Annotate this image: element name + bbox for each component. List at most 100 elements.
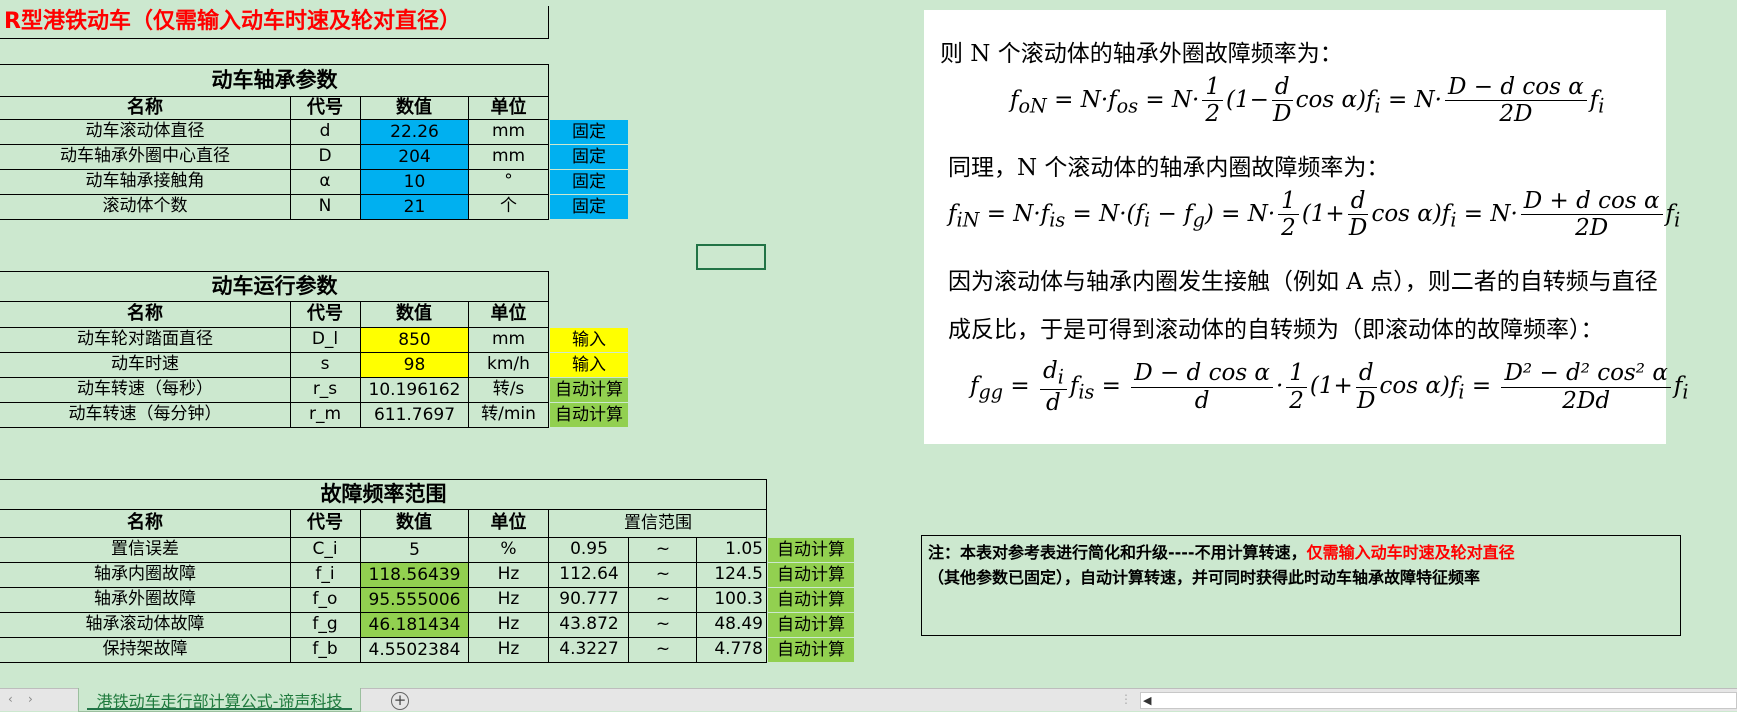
fault-name[interactable]: 轴承滚动体故障 [0,612,290,637]
param-name[interactable]: 动车滚动体直径 [0,119,290,144]
gridline [0,479,767,480]
range-sep[interactable]: ~ [629,587,697,612]
fixed-tag[interactable]: 固定 [550,170,628,194]
fault-code[interactable]: f_o [290,587,360,612]
param-value-input[interactable]: 850 [361,328,468,352]
param-value-fixed[interactable]: 204 [361,145,468,169]
tab-splitter-icon[interactable]: ⋮ [1120,692,1132,706]
param-value-fixed[interactable]: 22.26 [361,120,468,144]
gridline [766,509,767,662]
tab-scroll-right-icon[interactable]: › [28,692,33,706]
fault-code[interactable]: f_g [290,612,360,637]
range-sep[interactable]: ~ [629,562,697,587]
fault-value[interactable]: 118.56439 [361,563,468,587]
param-unit[interactable]: 转/min [468,402,549,427]
param-unit[interactable]: mm [468,144,549,169]
auto-calc-tag[interactable]: 自动计算 [768,638,854,662]
scroll-left-arrow-icon[interactable]: ◀ [1143,694,1151,707]
param-name[interactable]: 动车轴承接触角 [0,169,290,194]
param-unit[interactable]: km/h [468,352,549,377]
fault-name[interactable]: 轴承外圈故障 [0,587,290,612]
fixed-tag[interactable]: 固定 [550,120,628,144]
param-value-fixed[interactable]: 21 [361,195,468,219]
fault-unit[interactable]: % [468,537,549,562]
param-code[interactable]: r_s [290,377,360,402]
fault-unit[interactable]: Hz [468,562,549,587]
fault-code[interactable]: f_b [290,637,360,662]
range-low[interactable]: 112.64 [549,562,629,587]
fixed-tag[interactable]: 固定 [550,195,628,219]
fault-unit[interactable]: Hz [468,637,549,662]
range-high[interactable]: 48.49 [697,612,767,637]
param-code[interactable]: N [290,194,360,219]
param-code[interactable]: D_l [290,327,360,352]
auto-calc-tag[interactable]: 自动计算 [768,588,854,612]
auto-calc-tag[interactable]: 自动计算 [768,563,854,587]
formula-image[interactable]: 则 N 个滚动体的轴承外圈故障频率为： foN = N·fos = N· 1 2 (1… [924,10,1689,444]
param-name[interactable]: 动车轮对踏面直径 [0,327,290,352]
fault-name[interactable]: 保持架故障 [0,637,290,662]
auto-calc-tag[interactable]: 自动计算 [550,378,628,402]
range-sep[interactable]: ~ [629,537,697,562]
range-sep[interactable]: ~ [629,637,697,662]
note-textbox[interactable]: 注：本表对参考表进行简化和升级----不用计算转速，仅需输入动车时速及轮对直径 … [921,535,1681,636]
auto-calc-tag[interactable]: 自动计算 [768,613,854,637]
param-name[interactable]: 动车轴承外圈中心直径 [0,144,290,169]
param-unit[interactable]: 个 [468,194,549,219]
spreadsheet-grid[interactable]: R型港铁动车（仅需输入动车时速及轮对直径） 则 N 个滚动体的轴承外圈故障频率为… [0,0,1737,688]
tab-scroll-left-icon[interactable]: ‹ [8,692,13,706]
auto-calc-tag[interactable]: 自动计算 [768,538,854,562]
fault-unit[interactable]: Hz [468,587,549,612]
param-code[interactable]: r_m [290,402,360,427]
fault-value[interactable]: 5 [361,538,468,562]
param-unit[interactable]: ° [468,169,549,194]
active-cell-selection[interactable] [696,244,766,270]
fault-unit[interactable]: Hz [468,612,549,637]
param-code[interactable]: α [290,169,360,194]
gridline [696,537,697,662]
param-value-fixed[interactable]: 10 [361,170,468,194]
param-code[interactable]: s [290,352,360,377]
auto-calc-tag[interactable]: 自动计算 [550,403,628,427]
range-high[interactable]: 100.3 [697,587,767,612]
param-value-input[interactable]: 98 [361,353,468,377]
range-high[interactable]: 1.05 [697,537,767,562]
note-suffix: （其他参数已固定），自动计算转速，并可同时获得此时动车轴承故障特征频率 [928,568,1481,587]
gridline [0,427,549,428]
fault-code[interactable]: C_i [290,537,360,562]
range-low[interactable]: 43.872 [549,612,629,637]
add-sheet-icon[interactable]: + [391,692,409,710]
param-unit[interactable]: 转/s [468,377,549,402]
sheet-title[interactable]: R型港铁动车（仅需输入动车时速及轮对直径） [0,6,548,38]
sheet-tab-active[interactable]: 港铁动车走行部计算公式-谛声科技 [78,688,361,712]
range-low[interactable]: 0.95 [549,537,629,562]
param-name[interactable]: 动车时速 [0,352,290,377]
param-code[interactable]: D [290,144,360,169]
param-name[interactable]: 动车转速（每分钟） [0,402,290,427]
range-high[interactable]: 124.5 [697,562,767,587]
fault-code[interactable]: f_i [290,562,360,587]
range-low[interactable]: 4.3227 [549,637,629,662]
input-tag[interactable]: 输入 [550,353,628,377]
fixed-tag[interactable]: 固定 [550,145,628,169]
fault-value[interactable]: 95.555006 [361,588,468,612]
fault-name[interactable]: 置信误差 [0,537,290,562]
range-sep[interactable]: ~ [629,612,697,637]
fault-name[interactable]: 轴承内圈故障 [0,562,290,587]
input-tag[interactable]: 输入 [550,328,628,352]
fault-value[interactable]: 4.5502384 [361,638,468,662]
fault-value[interactable]: 46.181434 [361,613,468,637]
range-high[interactable]: 4.778 [697,637,767,662]
fault-section-title: 故障频率范围 [320,481,447,506]
param-unit[interactable]: mm [468,119,549,144]
param-name[interactable]: 动车转速（每秒） [0,377,290,402]
param-value-computed[interactable]: 10.196162 [361,378,468,402]
range-low[interactable]: 90.777 [549,587,629,612]
param-name[interactable]: 滚动体个数 [0,194,290,219]
gridline [468,96,469,219]
horizontal-scrollbar[interactable]: ◀ [1140,692,1737,709]
param-value-computed[interactable]: 611.7697 [361,403,468,427]
param-unit[interactable]: mm [468,327,549,352]
param-code[interactable]: d [290,119,360,144]
sheet-tab-bar: ‹ › 港铁动车走行部计算公式-谛声科技 + ⋮ ◀ [0,688,1737,712]
